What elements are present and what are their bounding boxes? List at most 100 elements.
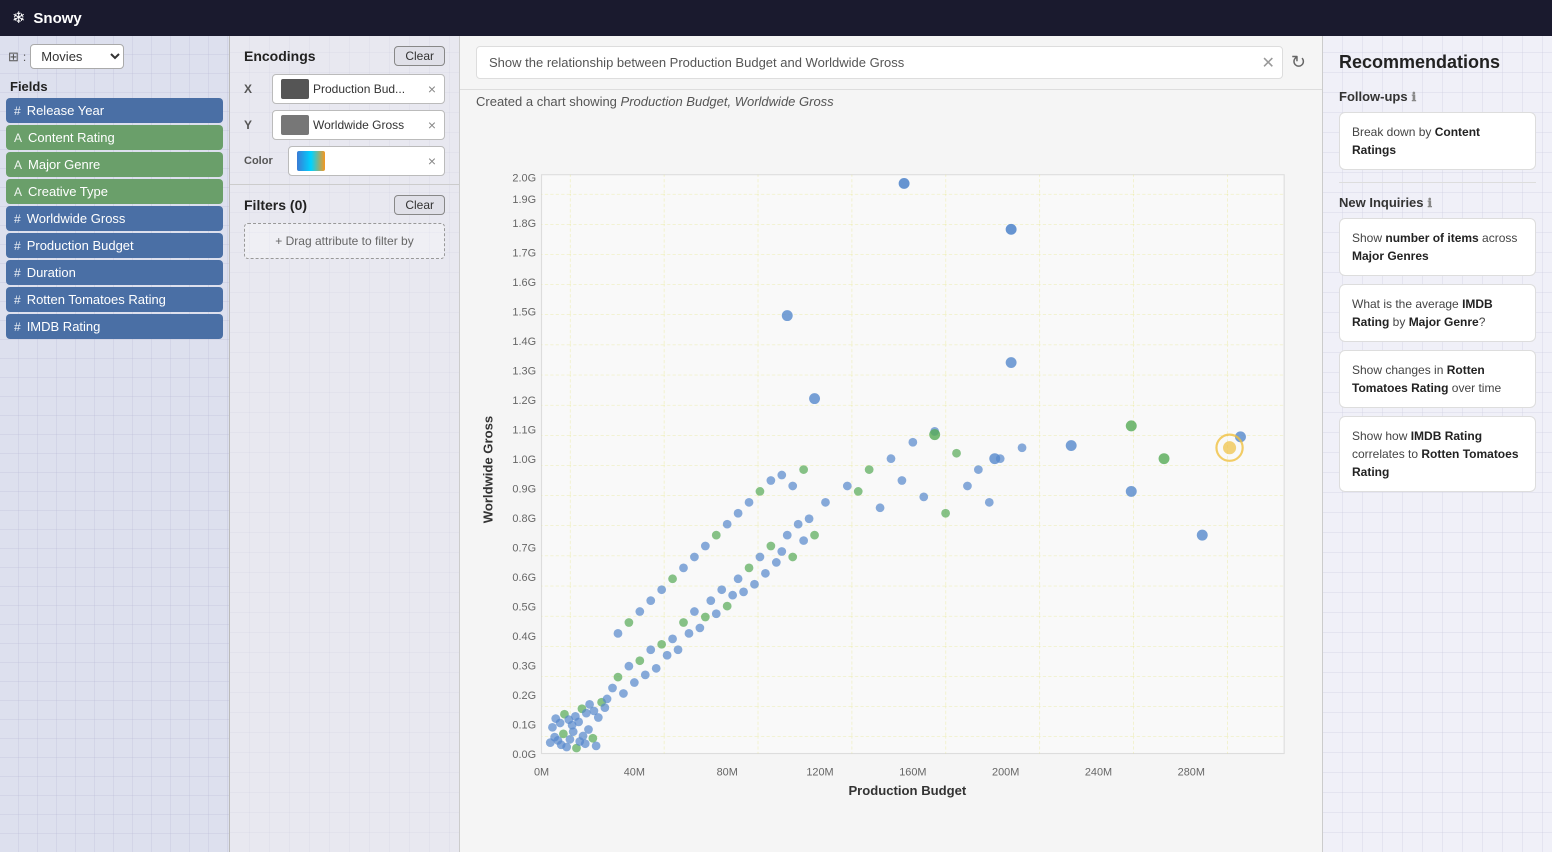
- app-title: Snowy: [33, 10, 81, 27]
- field-icon-numeric: #: [14, 320, 21, 334]
- svg-text:240M: 240M: [1085, 766, 1112, 778]
- followup-item-0[interactable]: Break down by Content Ratings: [1339, 112, 1536, 170]
- inquiry-bold-0b: Major Genres: [1352, 249, 1429, 263]
- field-item-content-rating[interactable]: A Content Rating: [6, 125, 223, 150]
- encoding-color-gradient: [297, 151, 325, 171]
- query-input-wrapper: ✕: [476, 46, 1283, 79]
- inquiry-bold-0a: number of items: [1385, 231, 1478, 245]
- followup-bold-0: Content Ratings: [1352, 125, 1480, 157]
- chart-area: ✕ ↻ Created a chart showing Production B…: [460, 36, 1322, 852]
- svg-text:0.2G: 0.2G: [512, 690, 536, 702]
- field-item-release-year[interactable]: # Release Year: [6, 98, 223, 123]
- inquiry-bold-3a: IMDB Rating: [1411, 429, 1482, 443]
- svg-text:1.7G: 1.7G: [512, 248, 536, 260]
- inquiry-bold-1b: Major Genre: [1409, 315, 1479, 329]
- svg-text:1.5G: 1.5G: [512, 307, 536, 319]
- encoding-x-close-icon[interactable]: ×: [428, 81, 436, 97]
- encoding-x-row: X Production Bud... ×: [244, 74, 445, 104]
- field-item-duration[interactable]: # Duration: [6, 260, 223, 285]
- encoding-y-field[interactable]: Worldwide Gross ×: [272, 110, 445, 140]
- main-layout: ⊞ : Movies TV Shows Books Fields # Relea…: [0, 36, 1552, 852]
- inquiry-item-3[interactable]: Show how IMDB Rating correlates to Rotte…: [1339, 416, 1536, 492]
- inquiry-bold-3b: Rotten Tomatoes Rating: [1352, 447, 1519, 479]
- encoding-x-value: Production Bud...: [313, 82, 405, 96]
- filters-header: Filters (0) Clear: [244, 195, 445, 215]
- svg-text:1.4G: 1.4G: [512, 336, 536, 348]
- encoding-x-label: X: [244, 82, 264, 96]
- svg-text:0.0G: 0.0G: [512, 749, 536, 761]
- field-item-creative-type[interactable]: A Creative Type: [6, 179, 223, 204]
- logo-icon: ❄: [12, 8, 25, 28]
- encoding-color-field[interactable]: ×: [288, 146, 445, 176]
- field-icon-numeric: #: [14, 104, 21, 118]
- header: ❄ Snowy: [0, 0, 1552, 36]
- filters-clear-button[interactable]: Clear: [394, 195, 445, 215]
- inquiry-item-1[interactable]: What is the average IMDB Rating by Major…: [1339, 284, 1536, 342]
- query-refresh-button[interactable]: ↻: [1291, 52, 1306, 73]
- inquiry-bold-2a: Rotten Tomatoes Rating: [1352, 363, 1485, 395]
- subtitle-prefix: Created a chart showing: [476, 94, 621, 109]
- encodings-header: Encodings Clear: [244, 46, 445, 66]
- filters-drop-zone[interactable]: + Drag attribute to filter by: [244, 223, 445, 259]
- svg-text:0.5G: 0.5G: [512, 601, 536, 613]
- encoding-y-value: Worldwide Gross: [313, 118, 404, 132]
- field-label: Duration: [27, 265, 76, 280]
- svg-text:40M: 40M: [624, 766, 645, 778]
- field-item-production-budget[interactable]: # Production Budget: [6, 233, 223, 258]
- field-icon-numeric: #: [14, 293, 21, 307]
- field-item-rotten-tomatoes[interactable]: # Rotten Tomatoes Rating: [6, 287, 223, 312]
- new-inquiries-info-icon[interactable]: ℹ: [1428, 196, 1433, 210]
- field-icon-string: A: [14, 158, 22, 172]
- encoding-x-field[interactable]: Production Bud... ×: [272, 74, 445, 104]
- field-label: Production Budget: [27, 238, 134, 253]
- field-label: Content Rating: [28, 130, 115, 145]
- svg-text:200M: 200M: [992, 766, 1019, 778]
- svg-text:160M: 160M: [899, 766, 926, 778]
- inquiry-item-0[interactable]: Show number of items across Major Genres: [1339, 218, 1536, 276]
- filters-drop-label: + Drag attribute to filter by: [275, 234, 413, 248]
- field-item-imdb-rating[interactable]: # IMDB Rating: [6, 314, 223, 339]
- field-item-worldwide-gross[interactable]: # Worldwide Gross: [6, 206, 223, 231]
- svg-text:80M: 80M: [717, 766, 738, 778]
- section-divider: [1339, 182, 1536, 183]
- svg-text:0.4G: 0.4G: [512, 631, 536, 643]
- svg-text:0.7G: 0.7G: [512, 542, 536, 554]
- followups-info-icon[interactable]: ℹ: [1412, 90, 1417, 104]
- svg-text:1.0G: 1.0G: [512, 454, 536, 466]
- svg-text:120M: 120M: [806, 766, 833, 778]
- svg-text:0.8G: 0.8G: [512, 513, 536, 525]
- encodings-section: Encodings Clear X Production Bud... × Y: [230, 36, 459, 184]
- svg-text:2.0G: 2.0G: [512, 172, 536, 184]
- recommendations-title: Recommendations: [1339, 52, 1536, 73]
- new-inquiries-label: New Inquiries: [1339, 195, 1424, 210]
- chart-container: 0.0G 0.1G 0.2G 0.3G 0.4G 0.5G 0.6G 0.7G …: [460, 117, 1322, 852]
- fields-label: Fields: [0, 77, 229, 98]
- field-icon-string: A: [14, 185, 22, 199]
- followups-section-title: Follow-ups ℹ: [1339, 89, 1536, 104]
- field-label: Major Genre: [28, 157, 100, 172]
- svg-text:Worldwide Gross: Worldwide Gross: [480, 416, 495, 523]
- svg-text:1.8G: 1.8G: [512, 218, 536, 230]
- encodings-clear-button[interactable]: Clear: [394, 46, 445, 66]
- query-clear-button[interactable]: ✕: [1262, 53, 1275, 73]
- encoding-color-close-icon[interactable]: ×: [428, 153, 436, 169]
- fields-section-title: Fields: [10, 79, 48, 94]
- field-label: Worldwide Gross: [27, 211, 126, 226]
- query-input[interactable]: [476, 46, 1283, 79]
- followups-label: Follow-ups: [1339, 89, 1408, 104]
- field-icon-numeric: #: [14, 239, 21, 253]
- inquiry-item-2[interactable]: Show changes in Rotten Tomatoes Rating o…: [1339, 350, 1536, 408]
- encoding-y-close-icon[interactable]: ×: [428, 117, 436, 133]
- filters-section: Filters (0) Clear + Drag attribute to fi…: [230, 184, 459, 269]
- dataset-selector[interactable]: ⊞ : Movies TV Shows Books: [0, 36, 229, 77]
- field-item-major-genre[interactable]: A Major Genre: [6, 152, 223, 177]
- field-icon-string: A: [14, 131, 22, 145]
- grid-icon: ⊞: [8, 49, 19, 65]
- encoding-y-color-bar: [281, 115, 309, 135]
- dataset-colon: :: [23, 50, 26, 64]
- svg-text:0.6G: 0.6G: [512, 572, 536, 584]
- fields-list: # Release Year A Content Rating A Major …: [0, 98, 229, 349]
- fields-sidebar: ⊞ : Movies TV Shows Books Fields # Relea…: [0, 36, 230, 852]
- encoding-y-row: Y Worldwide Gross ×: [244, 110, 445, 140]
- dataset-dropdown[interactable]: Movies TV Shows Books: [30, 44, 124, 69]
